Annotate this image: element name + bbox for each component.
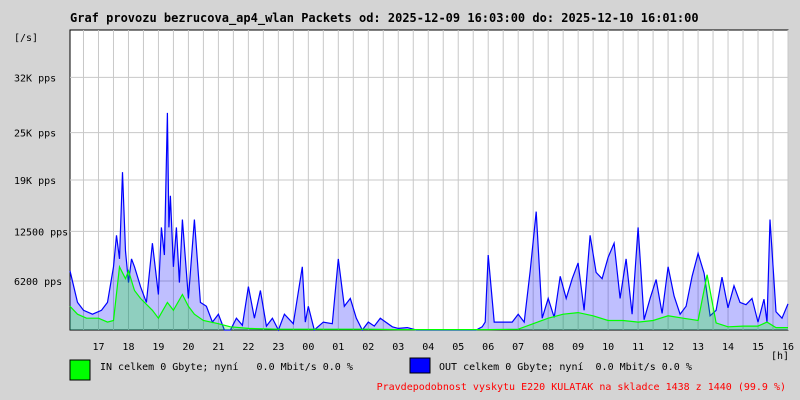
x-tick-label: 13 — [692, 342, 704, 353]
legend-out-swatch — [409, 357, 431, 374]
x-tick-label: 12 — [662, 342, 674, 353]
legend-in-label: IN celkem 0 Gbyte; nyní 0.0 Mbit/s 0.0 % — [100, 361, 353, 373]
chart: 6200 pps 12500 pps 19K pps 25K pps 32K pps 1… — [0, 0, 800, 400]
x-tick-label: 20 — [182, 342, 194, 353]
footer-note: Pravdepodobnost vyskytu E220 KULATAK na … — [377, 382, 786, 393]
y-tick-label: 32K pps — [14, 73, 56, 84]
y-tick-label: 6200 pps — [14, 277, 62, 288]
x-tick-label: 18 — [122, 342, 134, 353]
x-tick-labels: 17 18 19 20 21 22 23 00 01 02 03 04 05 06 07 08 09 10 11 12… — [92, 342, 794, 353]
x-tick-label: 23 — [272, 342, 284, 353]
x-axis-unit-label: [h] — [771, 351, 789, 362]
x-tick-label: 02 — [362, 342, 374, 353]
y-tick-labels: 6200 pps 12500 pps 19K pps 25K pps 32K pps — [14, 73, 68, 288]
legend-out-label: OUT celkem 0 Gbyte; nyní 0.0 Mbit/s 0.0 … — [439, 361, 692, 373]
x-tick-label: 05 — [452, 342, 464, 353]
x-tick-label: 06 — [482, 342, 494, 353]
x-tick-label: 09 — [572, 342, 584, 353]
y-tick-label: 19K pps — [14, 176, 56, 187]
x-tick-label: 21 — [212, 342, 224, 353]
x-tick-label: 19 — [152, 342, 164, 353]
x-tick-label: 17 — [92, 342, 104, 353]
x-tick-label: 00 — [302, 342, 314, 353]
x-tick-label: 03 — [392, 342, 404, 353]
x-tick-label: 22 — [242, 342, 254, 353]
x-tick-label: 08 — [542, 342, 554, 353]
chart-svg: 6200 pps 12500 pps 19K pps 25K pps 32K pps 1… — [14, 11, 794, 393]
x-tick-label: 11 — [632, 342, 644, 353]
y-axis-unit-label: [/s] — [14, 33, 38, 44]
y-tick-label: 25K pps — [14, 129, 56, 140]
x-tick-label: 01 — [332, 342, 344, 353]
y-tick-label: 12500 pps — [14, 227, 68, 238]
x-tick-label: 15 — [752, 342, 764, 353]
x-tick-label: 14 — [722, 342, 734, 353]
chart-title: Graf provozu bezrucova_ap4_wlan Packets … — [70, 11, 699, 26]
legend-in-swatch — [69, 359, 91, 381]
x-tick-label: 10 — [602, 342, 614, 353]
x-tick-label: 04 — [422, 342, 434, 353]
x-tick-label: 07 — [512, 342, 524, 353]
